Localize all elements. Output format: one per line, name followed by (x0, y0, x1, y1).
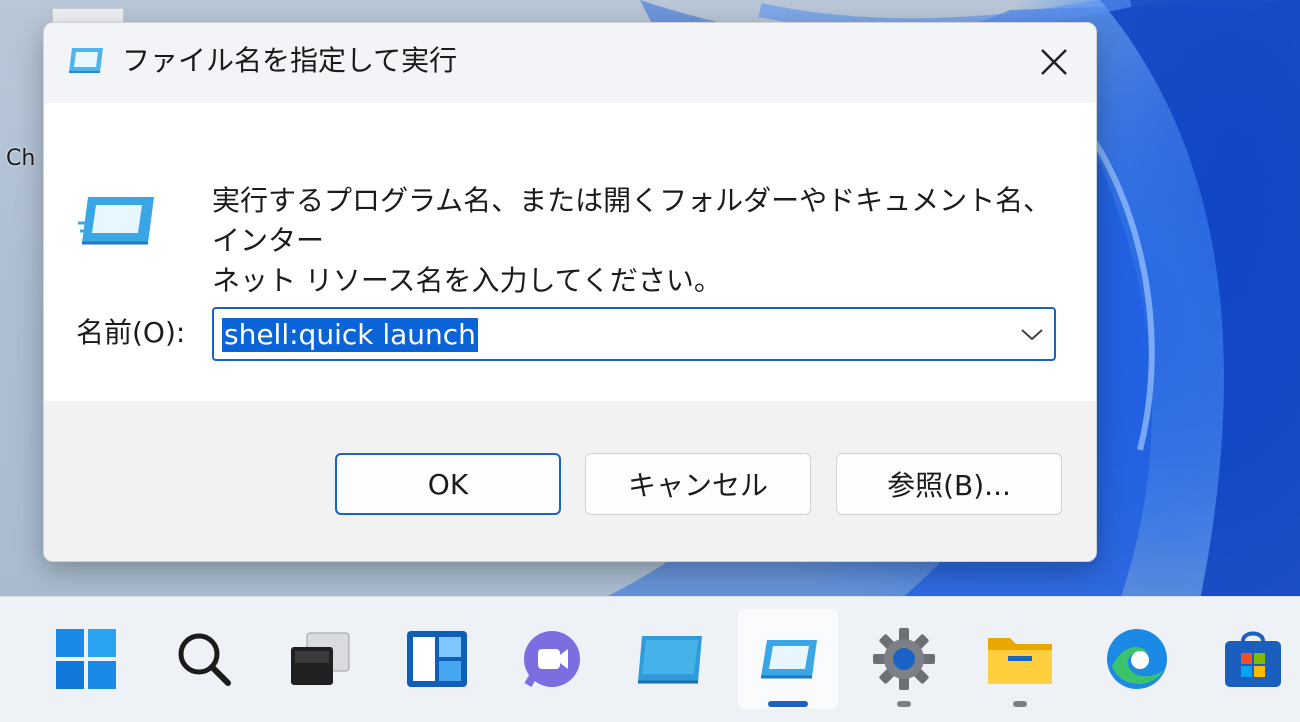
run-dialog-icon (66, 45, 106, 79)
taskbar-widgets-button[interactable] (387, 609, 487, 709)
ok-button[interactable]: OK (335, 453, 561, 515)
dialog-titlebar[interactable]: ファイル名を指定して実行 (44, 23, 1096, 103)
taskbar-settings-button[interactable] (854, 609, 954, 709)
open-app-indicator (897, 701, 911, 707)
task-view-icon (291, 632, 350, 685)
taskbar-desktop-button[interactable] (620, 609, 720, 709)
active-app-indicator (768, 701, 808, 707)
cancel-button[interactable]: キャンセル (585, 453, 811, 515)
name-input-value[interactable]: shell:quick launch (222, 318, 478, 352)
desktop-shortcut-label: Ch (6, 146, 36, 171)
store-icon (1225, 631, 1281, 687)
run-dialog: ファイル名を指定して実行 実行するプログラム名、または開くフォルダーやドキュメン… (43, 22, 1097, 562)
dialog-title: ファイル名を指定して実行 (122, 44, 458, 77)
dialog-footer: OK キャンセル 参照(B)... (44, 401, 1096, 561)
name-field-label: 名前(O): (76, 316, 186, 349)
run-dialog-icon (761, 640, 817, 679)
taskbar-run-button[interactable] (738, 609, 838, 709)
windows-start-icon (56, 629, 116, 689)
folder-icon (988, 638, 1052, 684)
screen: Ch ファイル名を指定して実行 実行するプログラム名、または開くフォルダーやドキ… (0, 0, 1300, 722)
taskbar-search-button[interactable] (154, 609, 254, 709)
gear-icon (873, 628, 935, 690)
taskbar-store-button[interactable] (1203, 609, 1300, 709)
search-icon (178, 633, 231, 686)
taskbar-start-button[interactable] (36, 609, 136, 709)
close-icon (1041, 49, 1067, 75)
dropdown-button[interactable] (1018, 321, 1046, 349)
taskbar-task-view-button[interactable] (270, 609, 370, 709)
description-line-1: 実行するプログラム名、または開くフォルダーやドキュメント名、インター (212, 184, 1052, 257)
taskbar-chat-button[interactable] (502, 609, 602, 709)
description-line-2: ネット リソース名を入力してください。 (212, 264, 722, 297)
open-app-indicator (1013, 701, 1027, 707)
taskbar (0, 596, 1300, 722)
dialog-content: 実行するプログラム名、または開くフォルダーやドキュメント名、インター ネット リ… (44, 103, 1096, 401)
widgets-icon (407, 631, 467, 687)
edge-browser-icon (1107, 629, 1167, 689)
name-combobox[interactable]: shell:quick launch (212, 307, 1056, 361)
browse-button[interactable]: 参照(B)... (836, 453, 1062, 515)
chevron-down-icon (1021, 329, 1043, 341)
run-program-icon (76, 193, 156, 253)
taskbar-file-explorer-button[interactable] (970, 609, 1070, 709)
video-chat-icon (524, 631, 580, 687)
close-button[interactable] (1022, 31, 1086, 93)
dialog-description: 実行するプログラム名、または開くフォルダーやドキュメント名、インター ネット リ… (212, 181, 1052, 301)
taskbar-edge-button[interactable] (1087, 609, 1187, 709)
monitor-icon (638, 636, 702, 684)
